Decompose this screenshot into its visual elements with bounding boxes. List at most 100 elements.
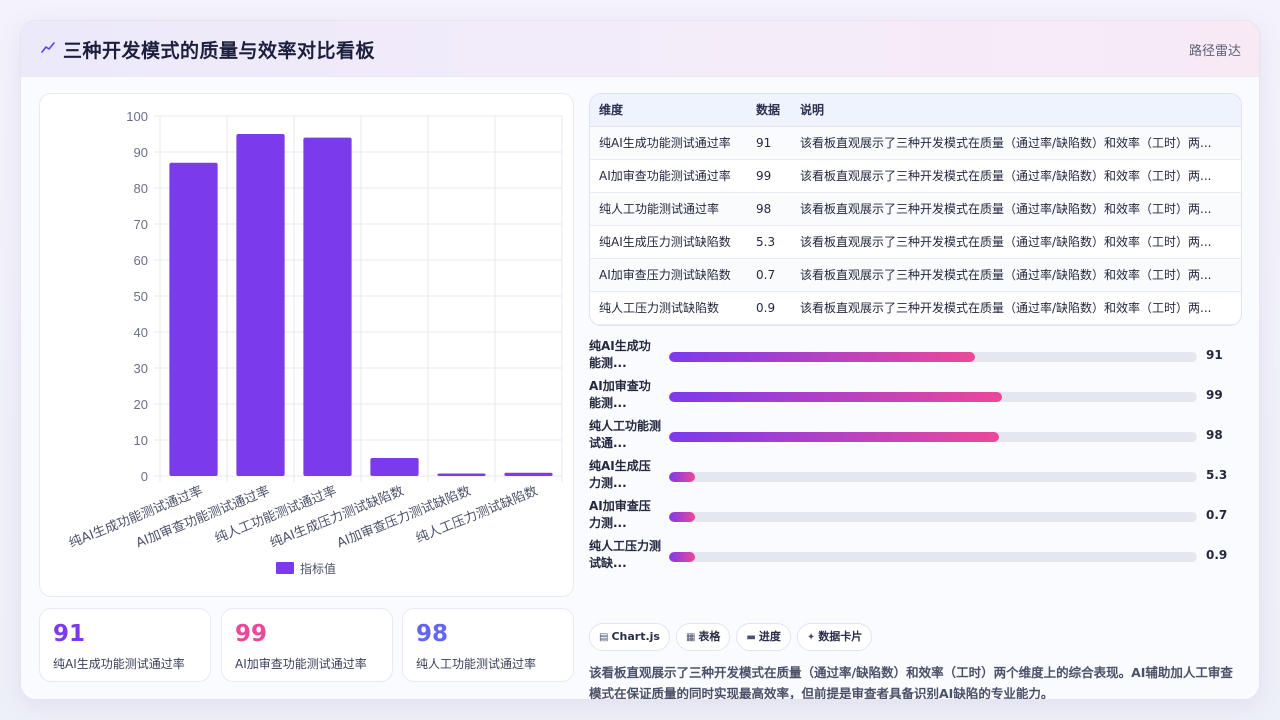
progress-track bbox=[669, 472, 1197, 482]
progress-row: 纯AI生成压力测... 5.3 bbox=[589, 458, 1244, 498]
y-tick-label: 90 bbox=[134, 145, 148, 160]
table-cell: 纯AI生成压力测试缺陷数 bbox=[599, 235, 731, 249]
table-row: 纯AI生成功能测试通过率 91 该看板直观展示了三种开发模式在质量（通过率/缺陷数）… bbox=[590, 127, 1241, 160]
y-tick-label: 50 bbox=[134, 289, 148, 304]
table-row: 纯AI生成压力测试缺陷数 5.3 该看板直观展示了三种开发模式在质量（通过率/缺陷数… bbox=[590, 226, 1241, 259]
progress-label: AI加审查压力测... bbox=[589, 499, 651, 530]
kpi-card: 98 纯人工功能测试通过率 bbox=[402, 608, 574, 682]
sparkle-icon: ✦ bbox=[806, 632, 816, 643]
table-cell: AI加审查压力测试缺陷数 bbox=[599, 268, 731, 282]
progress-value: 5.3 bbox=[1206, 468, 1228, 482]
bar bbox=[169, 162, 218, 477]
kpi-value: 99 bbox=[235, 621, 268, 647]
tag-sparkle[interactable]: ✦ 数据卡片 bbox=[796, 623, 873, 651]
progress-track bbox=[669, 432, 1197, 442]
tag-label: 进度 bbox=[758, 630, 781, 643]
bar-chart-panel: 0 10 20 30 40 50 60 70 80 90 100 纯AI生成功能测试通过率 AI加审查功… bbox=[39, 93, 574, 597]
progress-row: 纯人工压力测试缺... 0.9 bbox=[589, 538, 1244, 578]
progress-value: 0.7 bbox=[1206, 508, 1228, 522]
dashboard-body: 0 10 20 30 40 50 60 70 80 90 100 纯AI生成功能测试通过率 AI加审查功… bbox=[21, 77, 1259, 700]
bar bbox=[236, 134, 285, 476]
y-tick-label: 40 bbox=[134, 325, 148, 340]
bar bbox=[370, 458, 419, 476]
chart-icon: ▤ bbox=[599, 632, 609, 643]
table-cell: 91 bbox=[756, 136, 772, 150]
table-cell: 纯AI生成功能测试通过率 bbox=[599, 136, 731, 150]
y-tick-label: 70 bbox=[134, 217, 148, 232]
table-row: AI加审查功能测试通过率 99 该看板直观展示了三种开发模式在质量（通过率/缺陷数）… bbox=[590, 160, 1241, 193]
y-tick-label: 80 bbox=[134, 181, 148, 196]
header-link[interactable]: 路径雷达 bbox=[1189, 40, 1241, 59]
progress-row: 纯人工功能测试通... 98 bbox=[589, 418, 1244, 458]
progress-value: 99 bbox=[1206, 388, 1223, 402]
progress-track bbox=[669, 352, 1197, 362]
kpi-label: AI加审查功能测试通过率 bbox=[235, 657, 367, 671]
progress-value: 98 bbox=[1206, 428, 1223, 442]
progress-label: 纯AI生成功能测... bbox=[589, 339, 651, 370]
progress-label: 纯AI生成压力测... bbox=[589, 459, 651, 490]
table-cell: 该看板直观展示了三种开发模式在质量（通过率/缺陷数）和效率（工时）两... bbox=[800, 268, 1212, 282]
kpi-card: 91 纯AI生成功能测试通过率 bbox=[39, 608, 211, 682]
table-cell: 该看板直观展示了三种开发模式在质量（通过率/缺陷数）和效率（工时）两... bbox=[800, 136, 1212, 150]
tech-tags: ▤ Chart.js ▦ 表格 ▬ 进度 ✦ 数据卡片 bbox=[589, 623, 878, 651]
data-table: 维度 数据 说明 纯AI生成功能测试通过率 91 该看板直观展示了三种开发模式在质量… bbox=[589, 93, 1242, 326]
kpi-label: 纯AI生成功能测试通过率 bbox=[53, 657, 185, 671]
summary-text: 该看板直观展示了三种开发模式在质量（通过率/缺陷数）和效率（工时）两个维度上的综… bbox=[589, 665, 1233, 700]
progress-label: AI加审查功能测... bbox=[589, 379, 651, 410]
kpi-value: 98 bbox=[416, 621, 449, 647]
kpi-value: 91 bbox=[53, 621, 86, 647]
table-cell: 纯人工压力测试缺陷数 bbox=[599, 301, 720, 315]
progress-value: 91 bbox=[1206, 348, 1223, 362]
table-cell: 99 bbox=[756, 169, 772, 183]
tag-chart[interactable]: ▤ Chart.js bbox=[589, 623, 670, 651]
tag-label: 表格 bbox=[698, 630, 721, 643]
y-tick-label: 20 bbox=[134, 397, 148, 412]
table-cell: 0.7 bbox=[756, 268, 776, 282]
y-tick-label: 0 bbox=[141, 469, 148, 484]
tag-progress[interactable]: ▬ 进度 bbox=[736, 623, 791, 651]
trend-line-icon bbox=[41, 42, 55, 53]
progress-row: 纯AI生成功能测... 91 bbox=[589, 338, 1244, 378]
table-row: 纯人工功能测试通过率 98 该看板直观展示了三种开发模式在质量（通过率/缺陷数）和效… bbox=[590, 193, 1241, 226]
progress-fill bbox=[669, 512, 696, 522]
progress-value: 0.9 bbox=[1206, 548, 1228, 562]
bar bbox=[303, 137, 352, 476]
progress-track bbox=[669, 512, 1197, 522]
table-cell: AI加审查功能测试通过率 bbox=[599, 169, 731, 183]
progress-label: 纯人工功能测试通... bbox=[589, 419, 661, 450]
progress-fill bbox=[669, 472, 696, 482]
progress-fill bbox=[669, 552, 696, 562]
bar bbox=[437, 473, 486, 476]
table-cell: 0.9 bbox=[756, 301, 776, 315]
progress-track bbox=[669, 552, 1197, 562]
y-tick-label: 30 bbox=[134, 361, 148, 376]
column-header: 数据 bbox=[756, 103, 781, 117]
dashboard-card: 三种开发模式的质量与效率对比看板 路径雷达 0 10 20 30 40 50 60 70 80 9… bbox=[20, 20, 1260, 700]
dashboard-header: 三种开发模式的质量与效率对比看板 路径雷达 bbox=[21, 21, 1259, 77]
kpi-label: 纯人工功能测试通过率 bbox=[416, 657, 537, 671]
table-cell: 纯人工功能测试通过率 bbox=[599, 202, 720, 216]
progress-fill bbox=[669, 432, 999, 442]
column-header: 说明 bbox=[800, 103, 825, 117]
table-row: AI加审查压力测试缺陷数 0.7 该看板直观展示了三种开发模式在质量（通过率/缺陷数… bbox=[590, 259, 1241, 292]
progress-label: 纯人工压力测试缺... bbox=[589, 539, 661, 570]
table-cell: 该看板直观展示了三种开发模式在质量（通过率/缺陷数）和效率（工时）两... bbox=[800, 301, 1212, 315]
tag-label: 数据卡片 bbox=[818, 630, 863, 643]
legend-label: 指标值 bbox=[300, 561, 336, 576]
legend-swatch bbox=[276, 562, 294, 574]
table-cell: 该看板直观展示了三种开发模式在质量（通过率/缺陷数）和效率（工时）两... bbox=[800, 169, 1212, 183]
x-tick-label: 纯人工压力测试缺陷数 bbox=[414, 484, 540, 547]
progress-fill bbox=[669, 392, 1002, 402]
progress-row: AI加审查功能测... 99 bbox=[589, 378, 1244, 418]
tag-table[interactable]: ▦ 表格 bbox=[675, 623, 731, 651]
table-icon: ▦ bbox=[685, 632, 696, 643]
column-header: 维度 bbox=[599, 103, 624, 117]
y-tick-label: 60 bbox=[134, 253, 148, 268]
table-cell: 该看板直观展示了三种开发模式在质量（通过率/缺陷数）和效率（工时）两... bbox=[800, 202, 1212, 216]
table-cell: 5.3 bbox=[756, 235, 776, 249]
y-tick-label: 100 bbox=[126, 109, 148, 124]
page-title: 三种开发模式的质量与效率对比看板 bbox=[63, 40, 376, 62]
table-cell: 该看板直观展示了三种开发模式在质量（通过率/缺陷数）和效率（工时）两... bbox=[800, 235, 1212, 249]
table-header: 维度 数据 说明 bbox=[590, 94, 1241, 127]
table-cell: 98 bbox=[756, 202, 772, 216]
